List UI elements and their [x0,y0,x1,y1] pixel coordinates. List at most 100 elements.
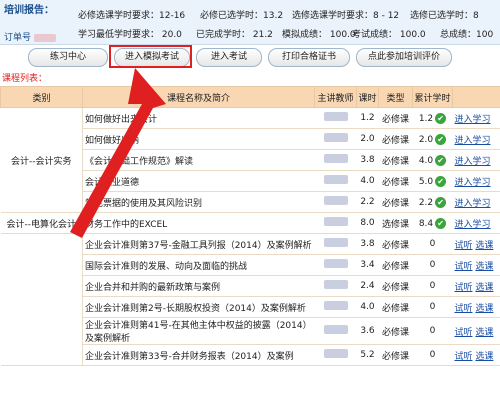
course-type: 必修课 [378,149,413,171]
study-link[interactable]: 进入学习 [455,178,491,188]
accumulated-hours: 0 [412,233,453,255]
select-course-link[interactable]: 选课 [475,262,493,272]
teacher-redacted [314,107,357,129]
select-course-link[interactable]: 选课 [475,304,493,314]
order-value-redacted [34,33,57,42]
course-type: 必修课 [378,191,413,213]
check-icon: ✔ [435,112,447,124]
teacher-redacted [314,212,357,234]
course-hours: 3.8 [356,149,379,171]
teacher-redacted [314,191,357,213]
accumulated-hours: 0 [412,254,453,276]
order-label: 订单号 [4,33,32,43]
check-icon: ✔ [435,133,447,145]
training-evaluation-button[interactable]: 点此参加培训评价 [356,48,452,67]
teacher-redacted [314,296,357,318]
select-course-link[interactable]: 选课 [475,241,493,251]
preview-link[interactable]: 试听 [455,304,473,314]
course-type: 必修课 [378,254,413,276]
header-accumulated: 累计学时 [412,86,453,108]
elective-hours-requirement: 选修选课学时要求：8 - 12 [292,11,400,21]
check-icon: ✔ [435,175,447,187]
course-type: 必修课 [378,233,413,255]
accumulated-hours: 0 [412,275,453,297]
course-hours: 2.2 [356,191,379,213]
course-hours: 4.0 [356,296,379,318]
check-icon: ✔ [435,154,447,166]
select-course-link[interactable]: 选课 [475,283,493,293]
category-cell: 会计--会计实务 [0,107,83,213]
check-icon: ✔ [435,217,447,229]
required-hours-requirement: 必修选课学时要求：12-16 [78,11,186,21]
exam-score: 考试成绩： 100.0 [352,30,426,40]
course-name: 《会计基础工作规范》解读 [82,149,315,171]
course-list-label: 课程列表： [2,74,48,84]
training-report-panel: 培训报告： 必修选课学时要求：12-16 必修已选学时：13.2 选修选课学时要… [0,0,500,45]
study-link[interactable]: 进入学习 [455,220,491,230]
header-action [452,86,500,108]
course-hours: 2.0 [356,128,379,150]
course-type: 选修课 [378,212,413,234]
study-link[interactable]: 进入学习 [455,115,491,125]
course-type: 必修课 [378,296,413,318]
course-name: 会计职业道德 [82,170,315,192]
preview-link[interactable]: 试听 [455,241,473,251]
teacher-redacted [314,170,357,192]
order-number: 订单号 [4,30,57,43]
required-selected-hours: 必修已选学时：13.2 [200,11,284,21]
accumulated-hours: 1.2 ✔ [412,107,453,129]
select-course-link[interactable]: 选课 [475,352,493,362]
preview-link[interactable]: 试听 [455,262,473,272]
course-type: 必修课 [378,170,413,192]
teacher-redacted [314,233,357,255]
course-name: 如何做好出纳 [82,128,315,150]
header-course-name: 课程名称及简介 [82,86,315,108]
accumulated-hours: 2.2 ✔ [412,191,453,213]
accumulated-hours: 8.4 ✔ [412,212,453,234]
action-cell: 试听 选课 [452,233,500,255]
action-cell: 进入学习 [452,191,500,213]
print-certificate-button[interactable]: 打印合格证书 [268,48,350,67]
action-cell: 进入学习 [452,170,500,192]
header-category: 类别 [0,86,83,108]
teacher-redacted [314,344,357,366]
table-row: 企业会计准则第37号-金融工具列报（2014）及案例解析 3.8 必修课 0 试… [0,233,500,366]
course-hours: 3.4 [356,254,379,276]
preview-link[interactable]: 试听 [455,352,473,362]
course-name: 企业合并和并购的最新政策与案例 [82,275,315,297]
course-name: 财务工作中的EXCEL [82,212,315,234]
teacher-redacted [314,254,357,276]
study-link[interactable]: 进入学习 [455,199,491,209]
action-cell: 进入学习 [452,107,500,129]
category-cell: 会计--电算化会计 [0,212,83,234]
teacher-redacted [314,149,357,171]
course-name: 企业会计准则第33号-合并财务报表（2014）及案例 [82,344,315,366]
action-cell: 试听 选课 [452,275,500,297]
exam-button[interactable]: 进入考试 [196,48,262,67]
study-link[interactable]: 进入学习 [455,157,491,167]
table-header-row: 类别 课程名称及简介 主讲教师 课时 类型 累计学时 [0,86,500,108]
accumulated-hours: 0 [412,344,453,366]
header-hours: 课时 [356,86,379,108]
accumulated-hours: 0 [412,317,453,345]
course-name: 常见票据的使用及其风险识别 [82,191,315,213]
accumulated-hours: 0 [412,296,453,318]
preview-link[interactable]: 试听 [455,328,473,338]
action-cell: 试听 选课 [452,344,500,366]
highlight-box [109,45,192,68]
course-type: 必修课 [378,317,413,345]
check-icon: ✔ [435,196,447,208]
action-cell: 试听 选课 [452,317,500,345]
action-cell: 试听 选课 [452,296,500,318]
select-course-link[interactable]: 选课 [475,328,493,338]
total-score: 总成绩：100 [440,30,494,40]
study-link[interactable]: 进入学习 [455,136,491,146]
header-type: 类型 [378,86,413,108]
minimum-hours-requirement: 学习最低学时要求： 20.0 [78,30,182,40]
preview-link[interactable]: 试听 [455,283,473,293]
elective-selected-hours: 选修已选学时：8 [410,11,479,21]
practice-center-button[interactable]: 练习中心 [28,48,108,67]
accumulated-hours: 2.0 ✔ [412,128,453,150]
teacher-redacted [314,275,357,297]
course-name: 企业会计准则第2号-长期股权投资（2014）及案例解析 [82,296,315,318]
